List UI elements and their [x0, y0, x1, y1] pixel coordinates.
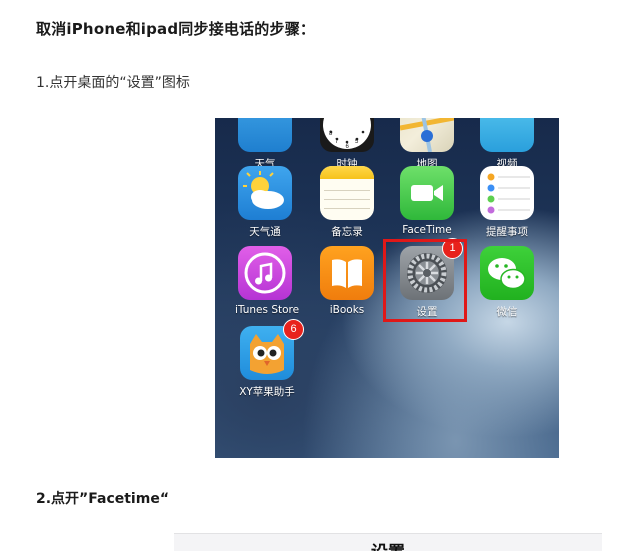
settings-screen-title: 设置: [174, 538, 602, 551]
facetime-camera-icon: [400, 166, 454, 220]
settings-screen-screenshot: 设置: [174, 533, 602, 551]
step-2-text: 2.点开”Facetime“: [36, 491, 170, 507]
itunes-note-icon: [238, 246, 292, 300]
app-label: FaceTime: [402, 224, 452, 236]
app-label: iBooks: [329, 304, 365, 316]
weather-icon: [238, 118, 292, 152]
weather-sun-cloud-icon: [238, 166, 292, 220]
app-maps[interactable]: 地图: [397, 118, 457, 171]
app-ibooks[interactable]: iBooks: [317, 246, 377, 316]
app-label: 备忘录: [331, 226, 363, 238]
app-wechat[interactable]: 微信: [477, 246, 537, 319]
xy-notification-badge: 6: [283, 319, 304, 340]
settings-highlight-box: [383, 239, 467, 322]
step-1-text: 1.点开桌面的“设置”图标: [36, 75, 190, 91]
reminders-icon: [480, 166, 534, 220]
app-label: 天气通: [249, 226, 281, 238]
wechat-icon: [480, 246, 534, 300]
app-weathertong[interactable]: 天气通: [235, 166, 295, 239]
article-page: 取消iPhone和ipad同步接电话的步骤： 1.点开桌面的“设置”图标 天气 …: [0, 0, 637, 551]
app-clock[interactable]: 7568 时钟: [317, 118, 377, 171]
app-notes[interactable]: 备忘录: [317, 166, 377, 239]
app-label: XY苹果助手: [239, 386, 295, 398]
videos-icon: [480, 118, 534, 152]
ibooks-icon: [320, 246, 374, 300]
ios-home-screen-screenshot: 天气 7568 时钟 地图 视频 天气通 备忘录 FaceTime 提醒事项 i…: [215, 118, 559, 458]
app-videos[interactable]: 视频: [477, 118, 537, 171]
app-itunes-store[interactable]: iTunes Store: [235, 246, 300, 316]
app-label: 微信: [496, 306, 518, 318]
app-weather[interactable]: 天气: [235, 118, 295, 171]
app-facetime[interactable]: FaceTime: [397, 166, 457, 236]
maps-icon: [400, 118, 454, 152]
article-heading: 取消iPhone和ipad同步接电话的步骤：: [36, 20, 316, 38]
notes-icon: [320, 166, 374, 220]
app-label: 提醒事项: [486, 226, 528, 238]
clock-icon: 7568: [320, 118, 374, 152]
app-reminders[interactable]: 提醒事项: [477, 166, 537, 239]
app-label: iTunes Store: [235, 304, 300, 316]
